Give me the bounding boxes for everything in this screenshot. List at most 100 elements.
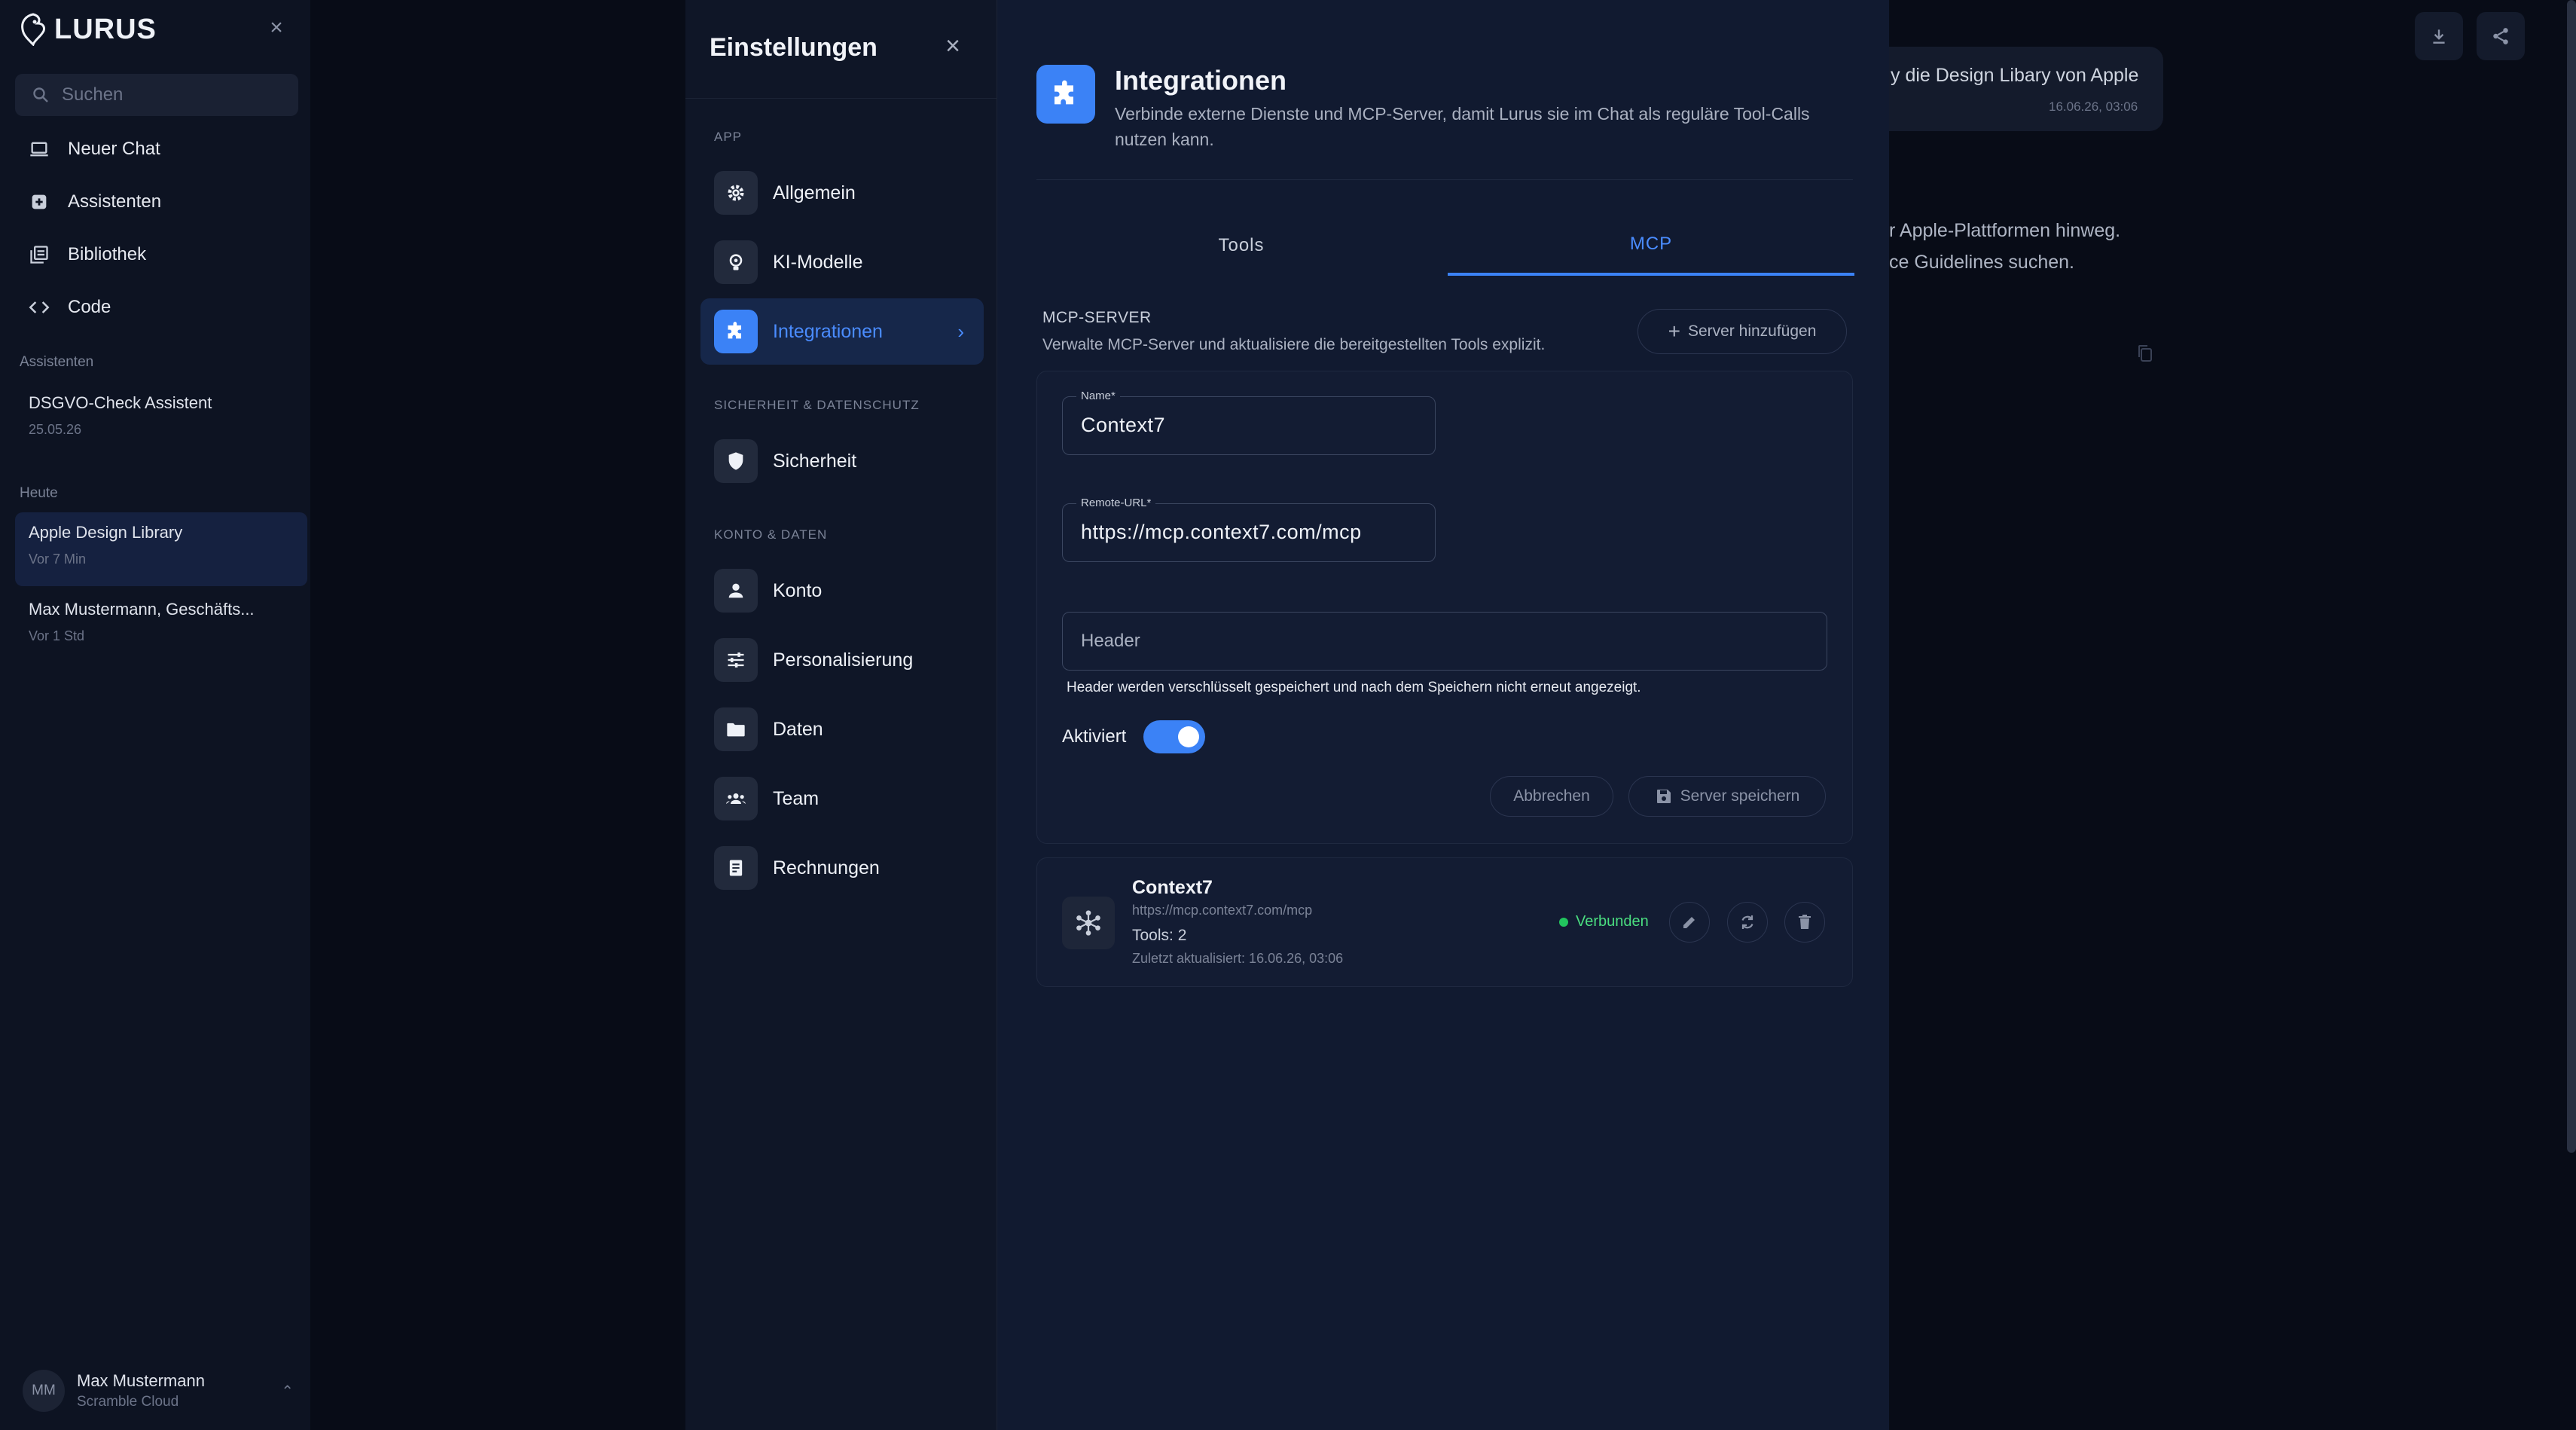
assistant-icon [32,194,47,209]
conversation-item[interactable]: Apple Design Library Vor 7 Min [15,512,307,586]
name-field-value: Context7 [1081,414,1166,436]
puzzle-icon [714,310,758,353]
section-heading-app: APP [714,130,743,144]
assistant-date: 25.05.26 [29,422,82,437]
settings-item-label: Rechnungen [773,857,880,878]
save-label: Server speichern [1680,787,1800,805]
divider [685,98,997,99]
page-description: Verbinde externe Dienste und MCP-Server,… [1115,104,1810,149]
scrollbar[interactable] [2567,0,2576,1153]
settings-item-daten[interactable]: Daten [700,696,984,762]
settings-item-team[interactable]: Team [700,765,984,832]
settings-item-label: Allgemein [773,182,856,203]
user-message-time: 16.06.26, 03:06 [2049,99,2138,114]
header-field-placeholder: Header [1081,631,1140,651]
settings-item-label: Integrationen [773,320,883,342]
download-button[interactable] [2415,12,2463,60]
logo-text: LURUS [54,13,157,45]
app-sidebar: LURUS × Suchen Neuer Chat Assistenten Bi… [0,0,310,1430]
settings-item-label: Sicherheit [773,450,857,472]
refresh-server-button[interactable] [1727,902,1768,943]
header-field[interactable]: Header [1062,612,1827,671]
library-icon [30,246,48,264]
assistant-message-line: r Apple-Plattformen hinweg. [1889,220,2121,241]
folder-icon [714,707,758,751]
chevron-right-icon: › [957,319,964,343]
settings-item-integrationen[interactable]: Integrationen › [700,298,984,365]
user-message-text: y die Design Libary von Apple [1891,65,2139,86]
close-settings-button[interactable]: × [940,33,966,59]
save-icon [1656,790,1671,803]
section-heading-account: KONTO & DATEN [714,527,828,542]
nav-label: Bibliothek [68,244,147,264]
chevron-up-icon: ⌃ [281,1383,294,1400]
receipt-icon [714,846,758,890]
user-org: Scramble Cloud [77,1394,179,1410]
assistant-title: DSGVO-Check Assistent [29,393,212,412]
share-icon [2493,28,2508,44]
close-sidebar-button[interactable]: × [265,17,288,39]
person-icon [714,569,758,613]
delete-server-button[interactable] [1784,902,1825,943]
toggle-knob [1178,726,1199,747]
settings-title: Einstellungen [710,33,877,62]
download-icon [2433,29,2445,44]
tab-tools[interactable]: Tools [1038,215,1445,276]
settings-item-personalisierung[interactable]: Personalisierung [700,627,984,693]
nav-new-chat[interactable]: Neuer Chat [29,133,160,166]
nav-label: Assistenten [68,191,162,212]
settings-item-allgemein[interactable]: Allgemein [700,160,984,226]
shield-icon [714,439,758,483]
settings-item-konto[interactable]: Konto [700,558,984,624]
tab-mcp[interactable]: MCP [1448,215,1854,276]
settings-item-label: KI-Modelle [773,251,863,273]
group-icon [714,777,758,820]
mcp-server-icon [1062,897,1115,949]
copy-icon[interactable] [2136,344,2154,368]
server-url: https://mcp.context7.com/mcp [1132,903,1313,918]
cancel-button[interactable]: Abbrechen [1490,776,1613,817]
remote-url-value: https://mcp.context7.com/mcp [1081,521,1362,543]
user-menu[interactable]: MM Max Mustermann Scramble Cloud ⌃ [23,1370,294,1412]
conversation-item[interactable]: Max Mustermann, Geschäfts... Vor 1 Std [15,589,307,655]
nav-label: Neuer Chat [68,139,160,159]
header-hint: Header werden verschlüsselt gespeichert … [1067,680,1641,695]
search-placeholder: Suchen [62,84,124,105]
settings-item-label: Team [773,787,819,809]
puzzle-icon [1036,65,1095,124]
nav-library[interactable]: Bibliothek [29,238,146,271]
section-heading-security: SICHERHEIT & DATENSCHUTZ [714,398,920,412]
divider [1036,179,1853,180]
section-assistants: Assistenten [20,354,94,370]
remote-url-field[interactable]: Remote-URL* https://mcp.context7.com/mcp [1062,497,1436,562]
nav-label: Code [68,297,111,317]
name-field[interactable]: Name* Context7 [1062,390,1436,455]
settings-item-sicherheit[interactable]: Sicherheit [700,428,984,494]
assistant-message-line: ce Guidelines suchen. [1889,252,2074,273]
add-server-button[interactable]: + Server hinzufügen [1637,309,1847,354]
save-server-button[interactable]: Server speichern [1628,776,1826,817]
edit-server-button[interactable] [1669,902,1710,943]
enabled-label: Aktiviert [1062,726,1127,747]
user-message-bubble [1860,47,2163,131]
avatar: MM [23,1370,65,1412]
assistant-item[interactable]: DSGVO-Check Assistent 25.05.26 [15,383,307,448]
settings-item-label: Daten [773,718,823,740]
enabled-toggle[interactable] [1143,720,1205,753]
remote-url-label: Remote-URL* [1076,497,1156,509]
app-logo[interactable]: LURUS [18,11,157,48]
search-input[interactable]: Suchen [15,74,298,116]
section-today: Heute [20,485,58,501]
gear-icon [714,171,758,215]
settings-item-label: Personalisierung [773,649,914,671]
mcp-section-heading: MCP-SERVER [1042,309,1152,326]
conversation-time: Vor 1 Std [29,628,85,643]
settings-item-rechnungen[interactable]: Rechnungen [700,835,984,901]
nav-assistants[interactable]: Assistenten [29,185,161,218]
share-button[interactable] [2477,12,2525,60]
nav-code[interactable]: Code [29,291,111,324]
settings-item-ki-modelle[interactable]: KI-Modelle [700,229,984,295]
search-icon [33,87,48,102]
name-field-label: Name* [1076,390,1120,402]
conversation-time: Vor 7 Min [29,552,87,567]
